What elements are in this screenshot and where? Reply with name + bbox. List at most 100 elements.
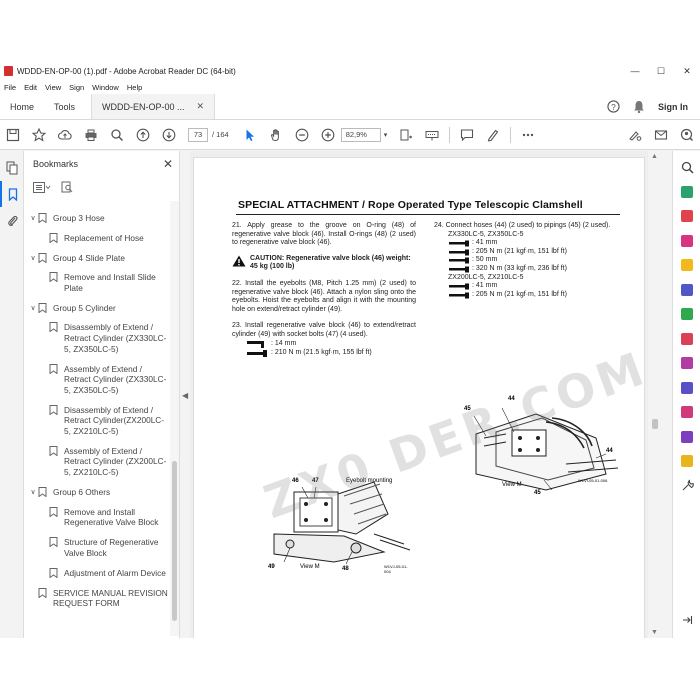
previous-page-icon[interactable] <box>130 123 156 147</box>
menu-window[interactable]: Window <box>92 83 119 92</box>
bookmark-item[interactable]: Assembly of Extend / Retract Cylinder (Z… <box>24 363 170 396</box>
bookmark-label: Assembly of Extend / Retract Cylinder (Z… <box>64 445 167 478</box>
panel-splitter[interactable]: ◀ <box>180 151 190 638</box>
notification-bell-icon[interactable] <box>626 94 652 119</box>
more-tools-icon[interactable] <box>515 123 541 147</box>
bookmark-item[interactable]: Remove and Install Regenerative Valve Bl… <box>24 506 170 528</box>
collapse-tools-icon[interactable] <box>673 608 700 633</box>
document-scrollbar-thumb[interactable] <box>652 419 658 429</box>
collapse-panel-icon[interactable]: ◀ <box>182 391 188 400</box>
bookmark-item[interactable]: ∨ Group 4 Slide Plate <box>24 252 170 265</box>
close-panel-icon[interactable]: ✕ <box>157 157 179 171</box>
save-icon[interactable] <box>0 123 26 147</box>
expand-chevron-icon[interactable]: ∨ <box>28 253 38 265</box>
menu-edit[interactable]: Edit <box>24 83 37 92</box>
expand-chevron-icon[interactable]: ∨ <box>28 213 38 225</box>
sign-in-button[interactable]: Sign In <box>658 94 688 119</box>
bookmarks-panel-icon[interactable] <box>0 181 24 207</box>
next-page-icon[interactable] <box>156 123 182 147</box>
bookmark-label: Remove and Install Regenerative Valve Bl… <box>64 506 159 528</box>
caution-block: CAUTION: Regenerative valve block (46) w… <box>232 255 416 272</box>
search-tool-icon[interactable] <box>673 155 700 180</box>
fig2-code: W1VI-05-01-006 <box>578 478 608 483</box>
zoom-dropdown-chevron-icon[interactable]: ▾ <box>384 131 388 139</box>
step-23-tool-row: : 14 mm <box>246 340 416 349</box>
print-icon[interactable] <box>78 123 104 147</box>
send-for-comments-icon[interactable] <box>673 449 700 474</box>
scroll-up-icon[interactable]: ▲ <box>651 153 658 160</box>
help-icon[interactable]: ? <box>600 94 626 119</box>
highlight-pen-icon[interactable] <box>480 123 506 147</box>
scroll-down-icon[interactable]: ▼ <box>651 629 658 636</box>
expand-chevron-icon[interactable]: ∨ <box>28 303 38 315</box>
export-pdf-icon[interactable] <box>673 180 700 205</box>
page-thumbnails-icon[interactable] <box>0 155 24 181</box>
tab-home[interactable]: Home <box>0 94 44 119</box>
bookmark-item[interactable]: Disassembly of Extend / Retract Cylinder… <box>24 322 170 354</box>
bookmark-item[interactable]: Assembly of Extend / Retract Cylinder (Z… <box>24 445 170 478</box>
menu-sign[interactable]: Sign <box>69 83 84 92</box>
find-bookmark-icon[interactable] <box>61 181 73 195</box>
menu-view[interactable]: View <box>45 83 61 92</box>
bookmark-item[interactable]: ∨ Group 3 Hose <box>24 213 170 225</box>
expand-chevron-icon[interactable]: ∨ <box>28 487 38 499</box>
tab-document[interactable]: WDDD-EN-OP-00 ... ✕ <box>91 94 216 119</box>
model-b-label: ZX200LC-5, ZX210LC-5 <box>448 273 524 281</box>
combine-files-icon[interactable] <box>673 278 700 303</box>
maximize-icon[interactable]: ☐ <box>648 66 674 77</box>
bookmarks-scrollbar-thumb[interactable] <box>172 461 177 621</box>
expand-chevron-icon[interactable] <box>28 588 38 589</box>
menu-file[interactable]: File <box>4 83 16 92</box>
fill-sign-icon[interactable] <box>622 123 648 147</box>
tab-tools[interactable]: Tools <box>44 94 85 119</box>
zoom-in-icon[interactable] <box>315 123 341 147</box>
page-number-input[interactable]: 73 <box>188 127 208 142</box>
bookmark-item[interactable]: Disassembly of Extend / Retract Cylinder… <box>24 404 170 437</box>
select-cursor-icon[interactable] <box>237 123 263 147</box>
bookmark-star-icon[interactable] <box>26 123 52 147</box>
hand-tool-icon[interactable] <box>263 123 289 147</box>
step-23-tool-size: : 14 mm <box>271 339 297 347</box>
bookmarks-scrollbar[interactable] <box>170 201 179 636</box>
page-fit-icon[interactable] <box>393 123 419 147</box>
bookmarks-panel: Bookmarks ✕ ∨ Group 3 Hose Replacement of … <box>24 151 180 638</box>
close-tab-icon[interactable]: ✕ <box>197 101 205 112</box>
organize-pages-icon[interactable] <box>673 302 700 327</box>
find-user-icon[interactable] <box>674 123 700 147</box>
bookmark-item[interactable]: SERVICE MANUAL REVISION REQUEST FORM <box>24 587 170 609</box>
bookmark-item[interactable]: ∨ Group 5 Cylinder <box>24 302 170 315</box>
find-icon[interactable] <box>104 123 130 147</box>
upload-cloud-icon[interactable] <box>52 123 78 147</box>
email-icon[interactable] <box>648 123 674 147</box>
redact-icon[interactable] <box>673 327 700 352</box>
left-column: 21. Apply grease to the groove on O-ring… <box>232 222 416 358</box>
comment-icon[interactable] <box>454 123 480 147</box>
close-window-icon[interactable]: ✕ <box>674 66 700 77</box>
document-scrollbar[interactable]: ▲ ▼ <box>648 151 662 638</box>
minimize-icon[interactable]: — <box>622 66 648 76</box>
comment-tool-icon[interactable] <box>673 253 700 278</box>
bookmark-item[interactable]: ∨ Group 6 Others <box>24 487 170 499</box>
compress-pdf-icon[interactable] <box>673 400 700 425</box>
fill-and-sign-tool-icon[interactable] <box>673 351 700 376</box>
zoom-out-icon[interactable] <box>289 123 315 147</box>
bookmarks-header: Bookmarks ✕ <box>24 151 179 177</box>
model-a-spec-row: : 205 N m (21 kgf·m, 151 lbf ft) <box>448 248 620 257</box>
bookmark-options-icon[interactable] <box>33 181 51 195</box>
keyboard-icon[interactable] <box>419 123 445 147</box>
attachments-paperclip-icon[interactable] <box>0 207 24 233</box>
create-pdf-icon[interactable] <box>673 204 700 229</box>
warning-triangle-icon <box>232 255 246 267</box>
document-viewport[interactable]: SPECIAL ATTACHMENT / Rope Operated Type … <box>190 151 648 638</box>
bookmark-label: Replacement of Hose <box>64 232 144 243</box>
bookmark-item[interactable]: Replacement of Hose <box>24 232 170 244</box>
request-signatures-icon[interactable] <box>673 425 700 450</box>
bookmark-item[interactable]: Adjustment of Alarm Device <box>24 567 170 579</box>
menu-help[interactable]: Help <box>127 83 142 92</box>
more-tools-wrench-icon[interactable] <box>673 474 700 499</box>
bookmark-item[interactable]: Structure of Regenerative Valve Block <box>24 537 170 558</box>
zoom-level-select[interactable]: 82,9% <box>340 127 381 142</box>
bookmark-item[interactable]: Remove and Install Slide Plate <box>24 272 170 293</box>
protect-icon[interactable] <box>673 376 700 401</box>
edit-pdf-icon[interactable] <box>673 229 700 254</box>
